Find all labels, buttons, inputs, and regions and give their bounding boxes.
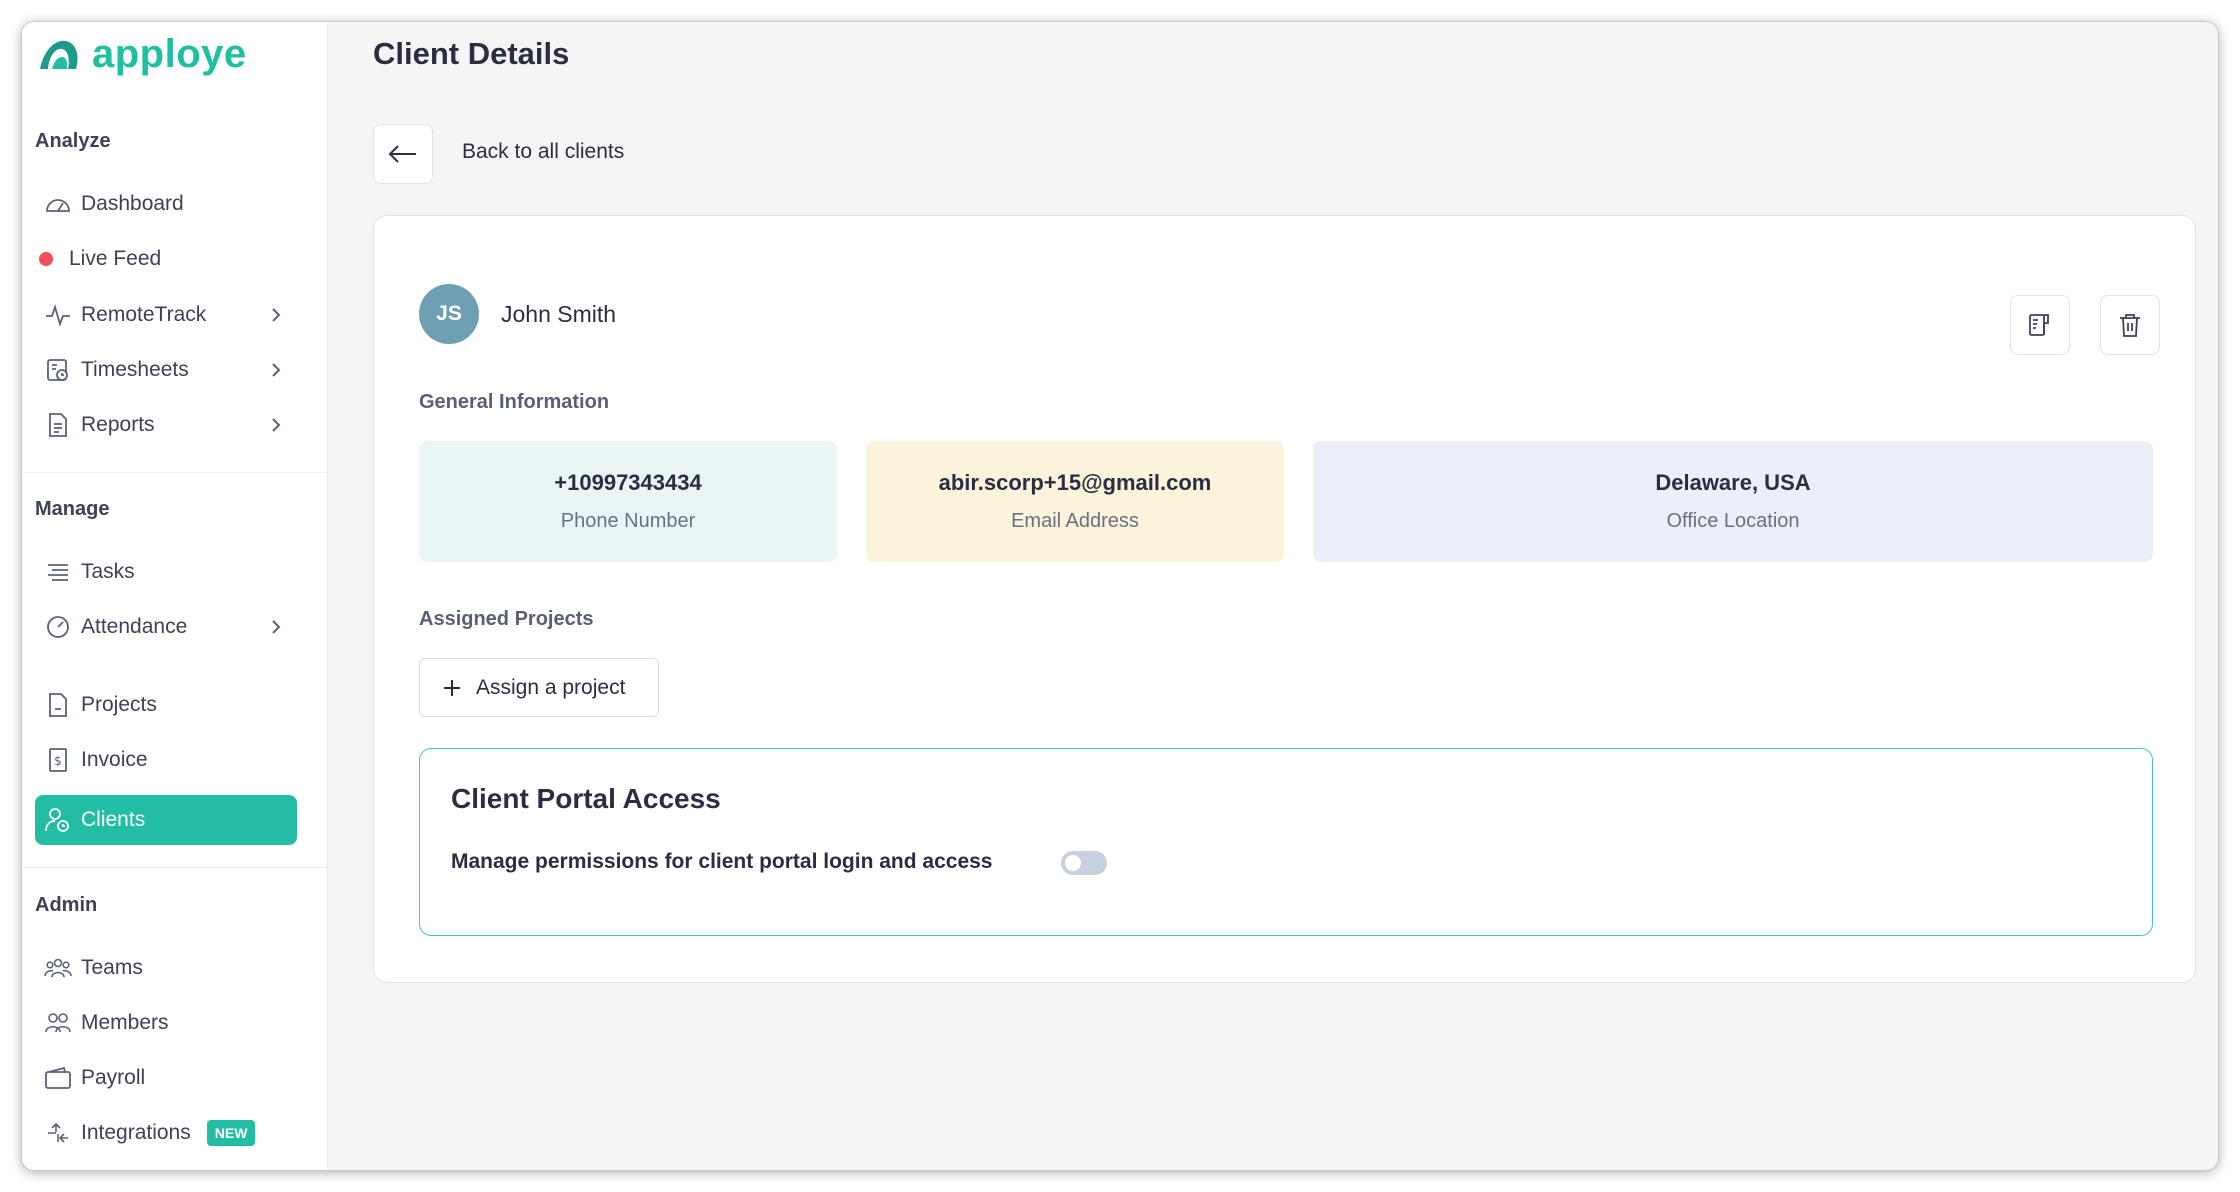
sidebar-item-reports[interactable]: Reports — [35, 400, 297, 450]
plug-icon — [35, 1120, 81, 1146]
app-window: apploye Analyze Dashboard Live Feed Remo… — [22, 22, 2218, 1170]
activity-icon — [35, 303, 81, 327]
sidebar-item-live-feed[interactable]: Live Feed — [35, 234, 297, 284]
app-name: apploye — [92, 32, 247, 76]
portal-title: Client Portal Access — [451, 783, 721, 814]
client-icon — [35, 806, 81, 834]
plus-icon — [444, 679, 460, 696]
chevron-right-icon — [272, 620, 281, 634]
assign-project-button[interactable]: Assign a project — [419, 658, 659, 717]
sidebar-item-label: Timesheets — [81, 358, 189, 381]
assign-project-label: Assign a project — [476, 675, 626, 699]
chevron-right-icon — [272, 363, 281, 377]
sidebar-item-label: Teams — [81, 956, 143, 979]
chevron-right-icon — [272, 308, 281, 322]
email-address-caption: Email Address — [1011, 510, 1139, 532]
file-icon — [35, 692, 81, 718]
sidebar-item-label: Reports — [81, 413, 155, 436]
portal-access-toggle[interactable] — [1061, 851, 1107, 875]
sidebar-item-label: Invoice — [81, 748, 148, 771]
sidebar-divider — [22, 472, 328, 473]
svg-text:$: $ — [54, 754, 62, 768]
sidebar-item-teams[interactable]: Teams — [35, 943, 297, 993]
sidebar-item-projects[interactable]: Projects — [35, 680, 297, 730]
sidebar-item-label: Clients — [81, 808, 146, 831]
trash-icon — [2120, 314, 2140, 337]
page-title: Client Details — [373, 36, 570, 71]
sidebar-item-label: Integrations — [81, 1121, 191, 1144]
sidebar-item-label: Projects — [81, 693, 157, 716]
phone-number-tile: +10997343434 Phone Number — [419, 441, 837, 562]
office-location-value: Delaware, USA — [1655, 470, 1811, 495]
edit-client-button[interactable] — [2010, 295, 2070, 355]
sidebar-item-label: Attendance — [81, 615, 188, 638]
sidebar-item-payroll[interactable]: Payroll — [35, 1053, 297, 1103]
section-admin: Admin — [35, 894, 98, 916]
delete-client-button[interactable] — [2100, 295, 2160, 355]
client-details-card: JS John Smith General Information +10997… — [373, 215, 2196, 983]
toggle-knob — [1065, 855, 1081, 871]
office-location-tile: Delaware, USA Office Location — [1313, 441, 2153, 562]
assigned-projects-heading: Assigned Projects — [419, 608, 594, 630]
sidebar-item-label: Live Feed — [69, 247, 162, 270]
members-icon — [35, 1011, 81, 1035]
sidebar-item-label: Dashboard — [81, 192, 184, 215]
portal-description: Manage permissions for client portal log… — [451, 850, 993, 873]
invoice-icon: $ — [35, 747, 81, 773]
client-portal-access-panel: Client Portal Access Manage permissions … — [419, 748, 2153, 936]
list-icon — [35, 560, 81, 584]
live-dot-icon — [39, 252, 53, 266]
sidebar-item-invoice[interactable]: $ Invoice — [35, 735, 297, 785]
sidebar-item-label: RemoteTrack — [81, 303, 207, 326]
section-manage: Manage — [35, 498, 110, 520]
chevron-right-icon — [272, 418, 281, 432]
avatar: JS — [419, 284, 479, 344]
phone-number-value: +10997343434 — [554, 470, 702, 495]
sidebar-item-attendance[interactable]: Attendance — [35, 602, 297, 652]
sidebar-item-label: Members — [81, 1011, 169, 1034]
gauge-icon — [35, 614, 81, 640]
sidebar-item-clients[interactable]: Clients — [35, 795, 297, 845]
sidebar-item-remotetrack[interactable]: RemoteTrack — [35, 290, 297, 340]
speedometer-icon — [35, 192, 81, 216]
receipt-edit-icon — [2029, 314, 2049, 336]
sidebar-item-integrations[interactable]: Integrations NEW — [35, 1108, 297, 1158]
sidebar-item-dashboard[interactable]: Dashboard — [35, 179, 297, 229]
sidebar-divider — [22, 867, 328, 868]
timesheet-icon — [35, 357, 81, 383]
sidebar-item-timesheets[interactable]: Timesheets — [35, 345, 297, 395]
section-analyze: Analyze — [35, 130, 111, 152]
report-icon — [35, 412, 81, 438]
team-icon — [35, 956, 81, 980]
back-button[interactable] — [373, 124, 433, 184]
sidebar-item-label: Payroll — [81, 1066, 146, 1089]
sidebar-item-members[interactable]: Members — [35, 998, 297, 1048]
office-location-caption: Office Location — [1666, 510, 1800, 532]
app-logo[interactable]: apploye — [36, 32, 247, 77]
client-name: John Smith — [501, 301, 617, 327]
wallet-icon — [35, 1066, 81, 1090]
email-address-value: abir.scorp+15@gmail.com — [938, 470, 1212, 495]
apploye-logo-icon — [40, 40, 78, 69]
general-information-heading: General Information — [419, 391, 610, 413]
sidebar: apploye Analyze Dashboard Live Feed Remo… — [22, 22, 328, 1170]
back-to-clients-link[interactable]: Back to all clients — [462, 140, 624, 164]
sidebar-item-tasks[interactable]: Tasks — [35, 547, 297, 597]
sidebar-item-label: Tasks — [81, 560, 135, 583]
arrow-left-icon — [388, 145, 416, 163]
email-address-tile: abir.scorp+15@gmail.com Email Address — [866, 441, 1284, 562]
new-badge: NEW — [206, 1120, 256, 1146]
phone-number-caption: Phone Number — [560, 510, 696, 532]
